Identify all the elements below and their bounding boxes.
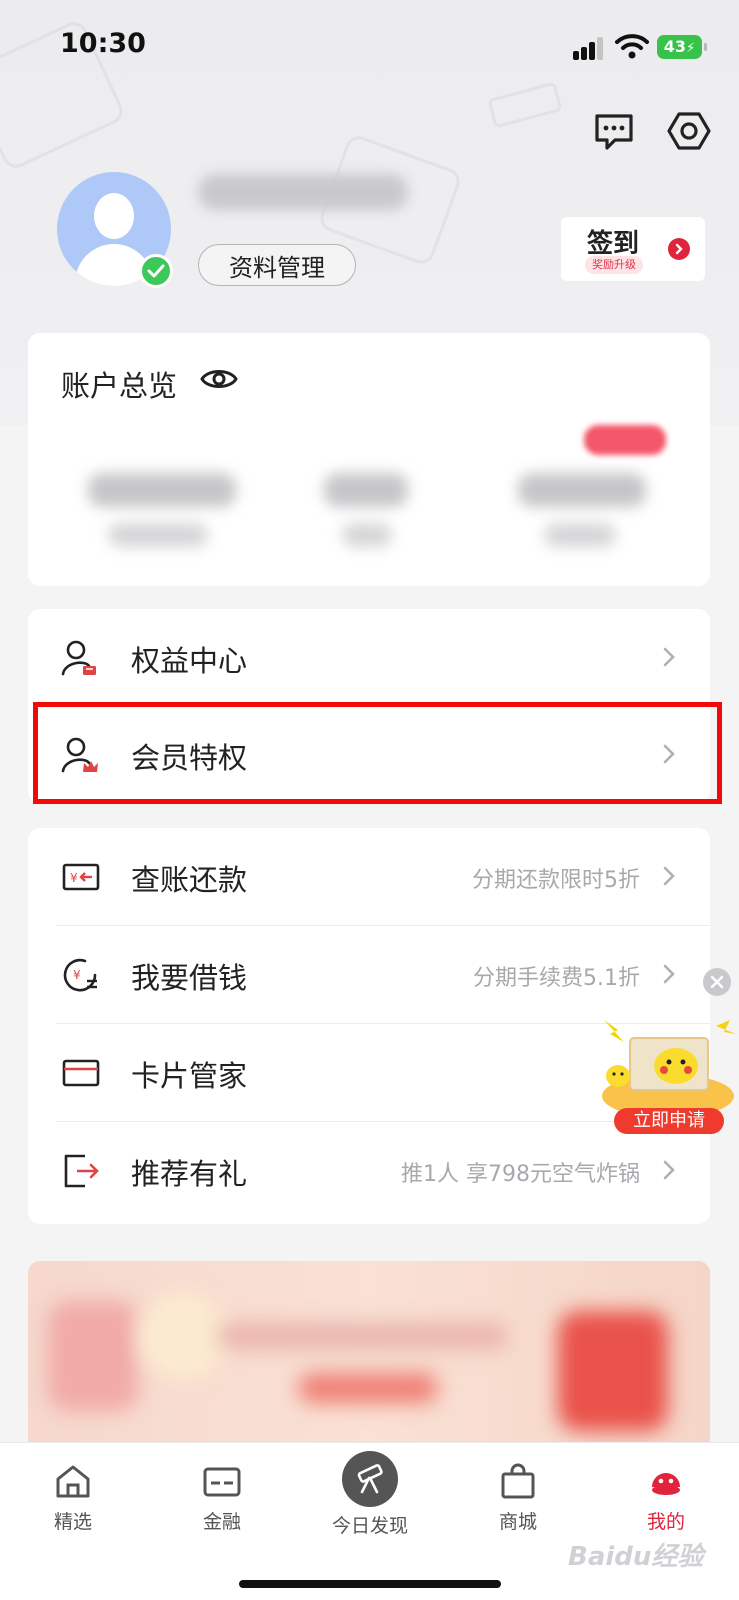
menu-hint: 分期手续费5.1折	[473, 966, 640, 991]
balance-value-blurred	[88, 473, 236, 507]
coupon-label-blurred	[544, 523, 616, 547]
close-icon[interactable]	[703, 968, 731, 996]
wifi-icon	[615, 34, 649, 59]
tab-mall[interactable]: 商城	[468, 1463, 568, 1534]
status-bar: 10:30 43⚡	[0, 0, 739, 92]
balance-label-blurred	[108, 523, 208, 547]
menu-label: 权益中心	[131, 644, 248, 678]
tab-featured[interactable]: 精选	[23, 1463, 123, 1534]
bill-icon: ¥	[62, 863, 100, 891]
tab-label: 商城	[498, 1511, 537, 1533]
menu-label: 我要借钱	[131, 961, 248, 995]
menu-row-bill-repay[interactable]: ¥ 查账还款 分期还款限时5折	[28, 828, 710, 925]
home-indicator[interactable]	[239, 1580, 501, 1588]
battery-level: 43	[663, 37, 687, 56]
account-overview-title: 账户总览	[61, 369, 178, 403]
tab-mine[interactable]: 我的	[616, 1463, 716, 1534]
username-blurred	[198, 174, 408, 210]
settings-icon[interactable]	[666, 108, 712, 154]
battery-indicator: 43⚡	[657, 35, 707, 59]
menu-label: 推荐有礼	[131, 1157, 248, 1191]
home-icon	[56, 1465, 90, 1498]
floating-promo-ad[interactable]: 立即申请	[596, 1014, 739, 1138]
chevron-right-icon	[663, 866, 675, 886]
float-ad-button[interactable]: 立即申请	[614, 1110, 724, 1132]
chevron-right-icon	[663, 964, 675, 984]
points-label-blurred	[342, 523, 392, 547]
svg-text:¥: ¥	[73, 968, 81, 982]
points-value-blurred	[324, 473, 408, 507]
menu-row-borrow[interactable]: ¥ 我要借钱 分期手续费5.1折	[28, 926, 710, 1023]
tab-label: 精选	[53, 1511, 92, 1533]
loan-icon: ¥	[63, 958, 97, 992]
chevron-right-icon	[663, 1160, 675, 1180]
share-icon	[64, 1154, 99, 1188]
tab-label: 今日发现	[331, 1515, 408, 1537]
tab-finance[interactable]: 金融	[172, 1463, 272, 1534]
telescope-icon	[342, 1451, 398, 1507]
bottom-tab-bar: 精选 金融 今日发现 商城 我的	[0, 1442, 739, 1600]
chevron-right-icon	[663, 647, 675, 667]
menu-hint: 推1人 享798元空气炸锅	[401, 1162, 640, 1187]
checkin-button[interactable]: 签到 奖励升级	[561, 217, 705, 281]
signal-icon	[573, 36, 605, 60]
coupon-value-blurred	[518, 473, 646, 507]
user-card-icon	[61, 640, 96, 676]
account-overview-card: 账户总览	[28, 333, 710, 586]
checkin-subtitle: 奖励升级	[585, 256, 643, 274]
svg-text:¥: ¥	[70, 871, 78, 885]
menu-hint: 分期还款限时5折	[472, 868, 640, 893]
tab-label: 金融	[202, 1511, 241, 1533]
highlight-annotation-box	[33, 702, 722, 804]
bag-icon	[501, 1463, 535, 1499]
menu-label: 卡片管家	[131, 1059, 248, 1093]
card-icon	[62, 1059, 100, 1087]
card-icon	[203, 1467, 241, 1497]
chevron-right-icon	[668, 238, 690, 260]
profile-icon	[652, 1473, 680, 1495]
checkin-title: 签到	[587, 229, 640, 259]
promo-banner-blurred[interactable]	[28, 1261, 710, 1451]
menu-row-benefits-center[interactable]: 权益中心	[28, 609, 710, 706]
profile-manage-button[interactable]: 资料管理	[198, 244, 356, 286]
eye-icon[interactable]	[200, 365, 238, 393]
message-icon[interactable]	[592, 110, 636, 154]
status-time: 10:30	[60, 28, 146, 59]
verified-check-icon	[139, 254, 173, 288]
baidu-watermark: Baidu经验	[568, 1542, 704, 1572]
promo-badge-blurred	[584, 425, 666, 455]
tab-label: 我的	[646, 1511, 685, 1533]
menu-label: 查账还款	[131, 863, 248, 897]
tab-discover[interactable]: 今日发现	[320, 1451, 420, 1538]
